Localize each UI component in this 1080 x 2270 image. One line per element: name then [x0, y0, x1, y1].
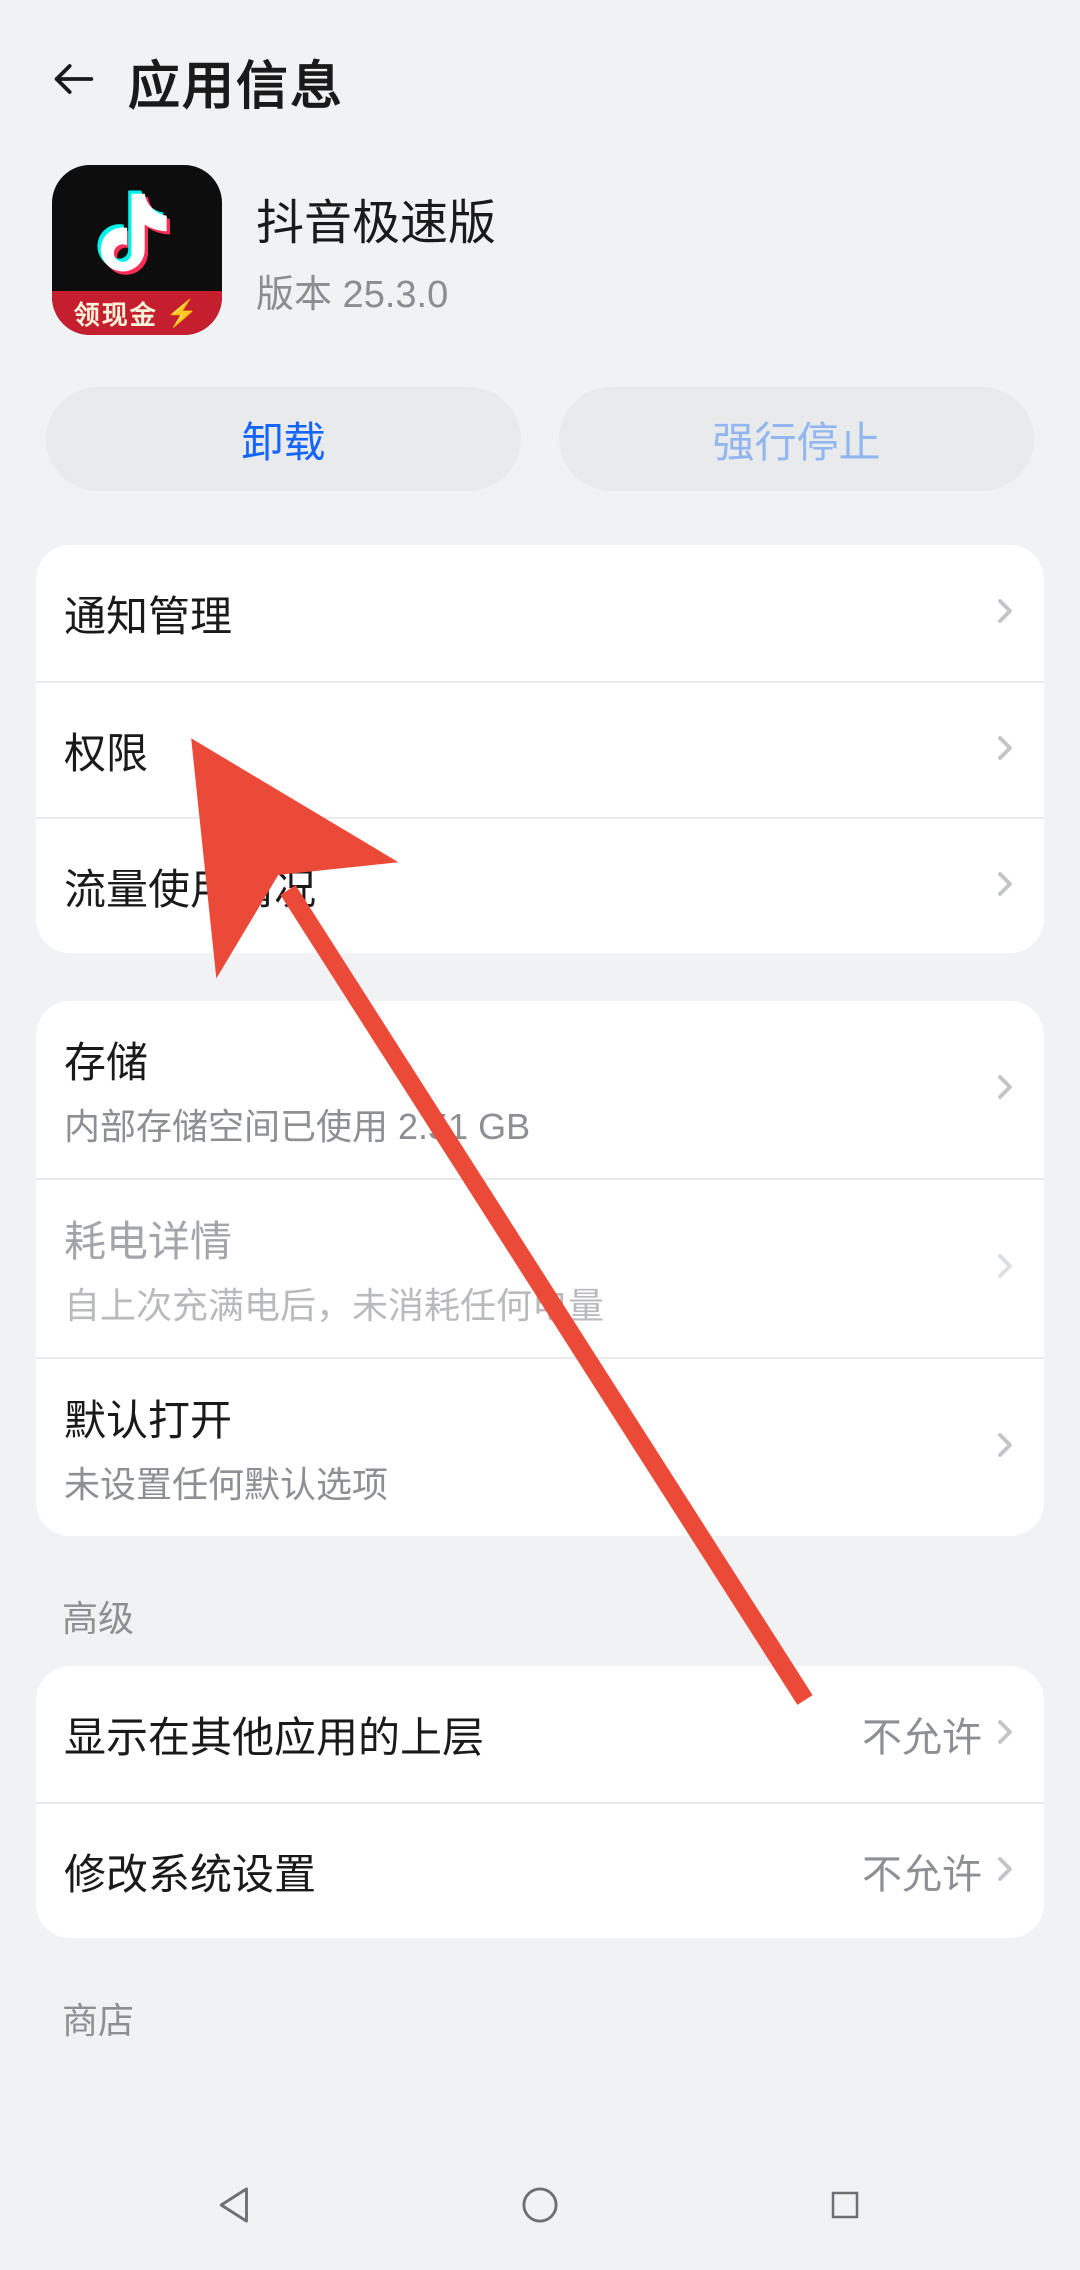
- chevron-right-icon: [990, 596, 1020, 631]
- back-icon[interactable]: [48, 53, 100, 110]
- row-subtitle: 未设置任何默认选项: [64, 1456, 990, 1508]
- app-version: 版本 25.3.0: [256, 263, 496, 318]
- row-title: 修改系统设置: [64, 1841, 862, 1902]
- chevron-right-icon: [990, 1717, 1020, 1752]
- row-open-default[interactable]: 默认打开 未设置任何默认选项: [36, 1357, 1044, 1536]
- row-title: 流量使用情况: [64, 856, 990, 917]
- system-navigation-bar: [0, 2140, 1080, 2270]
- row-value: 不允许: [862, 1842, 982, 1900]
- chevron-right-icon: [990, 1072, 1020, 1107]
- nav-back-button[interactable]: [165, 2165, 305, 2245]
- row-title: 权限: [64, 720, 990, 781]
- row-storage[interactable]: 存储 内部存储空间已使用 2.51 GB: [36, 1001, 1044, 1178]
- card-general: 通知管理 权限 流量使用情况: [36, 545, 1044, 953]
- app-icon-banner-text: 领现金: [74, 295, 158, 332]
- row-subtitle: 自上次充满电后，未消耗任何电量: [64, 1277, 990, 1329]
- page-title: 应用信息: [128, 44, 344, 119]
- row-data-usage[interactable]: 流量使用情况: [36, 817, 1044, 953]
- app-header: 领现金 ⚡ 抖音极速版 版本 25.3.0: [0, 155, 1080, 363]
- uninstall-button[interactable]: 卸载: [46, 387, 521, 491]
- chevron-right-icon: [990, 1251, 1020, 1286]
- row-permissions[interactable]: 权限: [36, 681, 1044, 817]
- row-title: 默认打开: [64, 1387, 990, 1448]
- chevron-right-icon: [990, 1854, 1020, 1889]
- row-overlay[interactable]: 显示在其他应用的上层 不允许: [36, 1666, 1044, 1802]
- card-advanced: 显示在其他应用的上层 不允许 修改系统设置 不允许: [36, 1666, 1044, 1938]
- row-title: 存储: [64, 1029, 990, 1090]
- row-value: 不允许: [862, 1705, 982, 1763]
- nav-recent-button[interactable]: [775, 2165, 915, 2245]
- row-notifications[interactable]: 通知管理: [36, 545, 1044, 681]
- row-subtitle: 内部存储空间已使用 2.51 GB: [64, 1098, 990, 1150]
- chevron-right-icon: [990, 733, 1020, 768]
- section-store-label: 商店: [62, 1992, 1018, 2044]
- row-title: 通知管理: [64, 583, 990, 644]
- row-title: 耗电详情: [64, 1208, 990, 1269]
- row-battery[interactable]: 耗电详情 自上次充满电后，未消耗任何电量: [36, 1178, 1044, 1357]
- chevron-right-icon: [990, 869, 1020, 904]
- row-title: 显示在其他应用的上层: [64, 1704, 862, 1765]
- app-name: 抖音极速版: [256, 183, 496, 253]
- force-stop-button[interactable]: 强行停止: [559, 387, 1034, 491]
- nav-home-button[interactable]: [470, 2165, 610, 2245]
- chevron-right-icon: [990, 1430, 1020, 1465]
- card-storage: 存储 内部存储空间已使用 2.51 GB 耗电详情 自上次充满电后，未消耗任何电…: [36, 1001, 1044, 1536]
- bolt-icon: ⚡: [166, 298, 200, 329]
- app-icon: 领现金 ⚡: [52, 165, 222, 335]
- section-advanced-label: 高级: [62, 1590, 1018, 1642]
- row-modify-settings[interactable]: 修改系统设置 不允许: [36, 1802, 1044, 1938]
